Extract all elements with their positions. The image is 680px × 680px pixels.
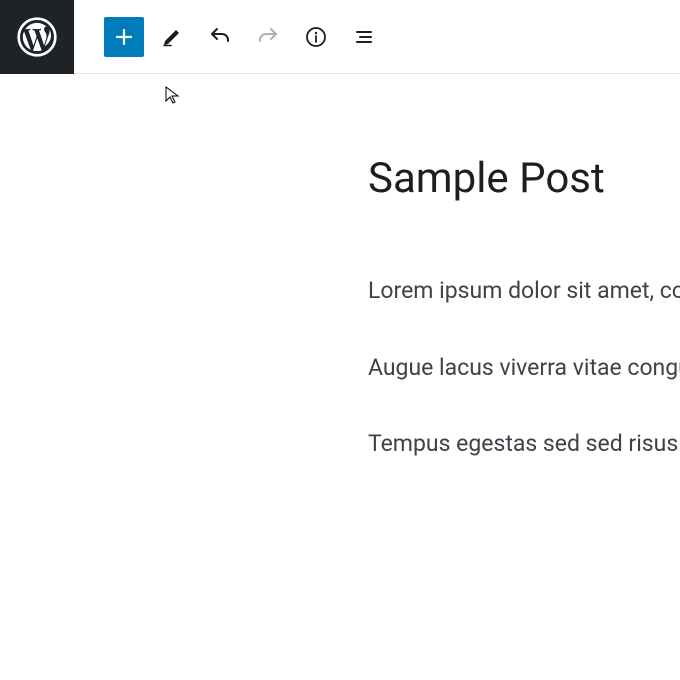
add-block-button[interactable] (104, 17, 144, 57)
outline-icon (352, 25, 376, 49)
undo-button[interactable] (200, 17, 240, 57)
editor-content[interactable]: Sample Post Lorem ipsum dolor sit amet, … (0, 74, 680, 462)
redo-button[interactable] (248, 17, 288, 57)
plus-icon (112, 25, 136, 49)
info-icon (304, 25, 328, 49)
editor-toolbar (74, 17, 384, 57)
post-title[interactable]: Sample Post (368, 154, 680, 204)
details-button[interactable] (296, 17, 336, 57)
editor-top-bar (0, 0, 680, 74)
paragraph-block[interactable]: Lorem ipsum dolor sit amet, consectetur … (368, 274, 680, 309)
pencil-icon (160, 25, 184, 49)
redo-icon (256, 25, 280, 49)
wordpress-icon (17, 17, 57, 57)
paragraph-block[interactable]: Tempus egestas sed sed risus pretium qua… (368, 427, 680, 462)
tools-button[interactable] (152, 17, 192, 57)
outline-button[interactable] (344, 17, 384, 57)
undo-icon (208, 25, 232, 49)
paragraph-block[interactable]: Augue lacus viverra vitae congue eu cons… (368, 351, 680, 386)
wordpress-logo-button[interactable] (0, 0, 74, 74)
